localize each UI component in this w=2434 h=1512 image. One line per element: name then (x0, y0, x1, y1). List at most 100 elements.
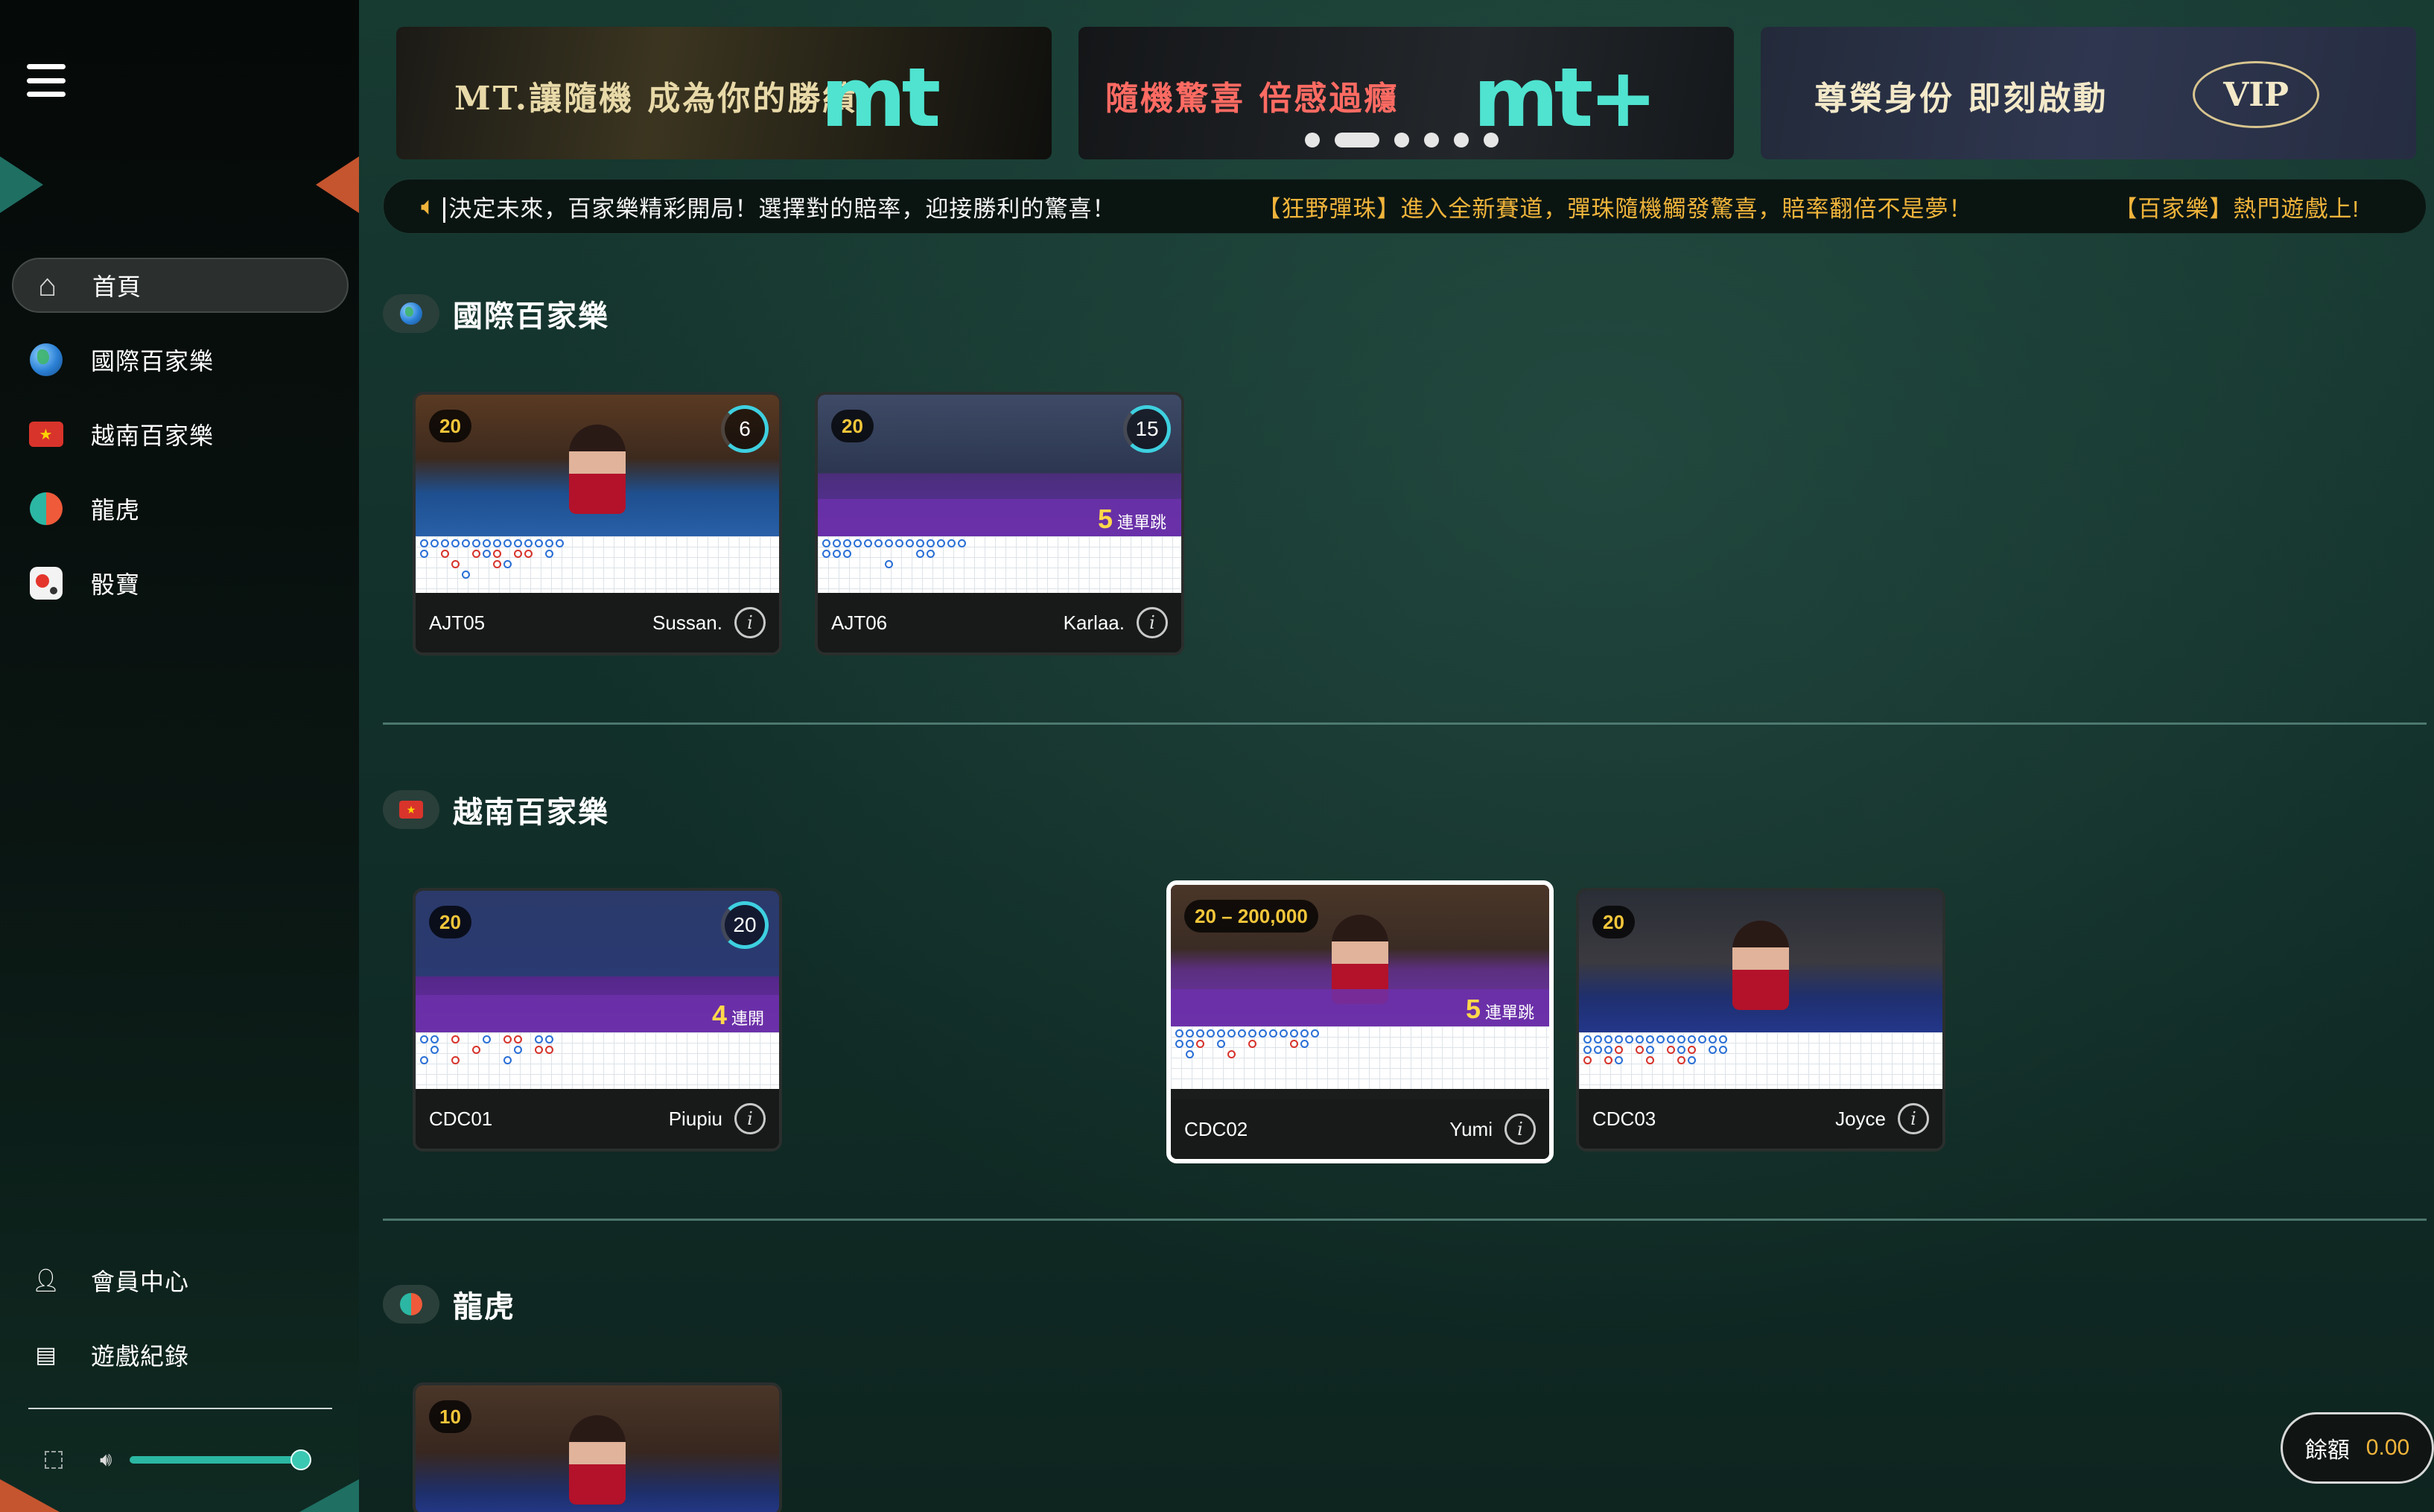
bead-marker (483, 1035, 491, 1044)
bead-marker (545, 560, 553, 568)
info-icon[interactable]: i (1504, 1114, 1536, 1145)
section-header-international-baccarat: 國際百家樂 (383, 292, 609, 335)
sidebar-item-member-center[interactable]: 👤︎ 會員中心 (12, 1253, 349, 1308)
bead-marker (1604, 1046, 1612, 1054)
volume-slider[interactable] (130, 1449, 312, 1470)
bead-marker (451, 1056, 460, 1064)
bead-marker (441, 550, 449, 558)
bead-marker (451, 571, 460, 579)
bead-marker (958, 550, 966, 558)
bead-marker (514, 560, 522, 568)
info-icon[interactable]: i (734, 1103, 766, 1134)
bead-marker (1636, 1056, 1644, 1064)
bead-marker (1698, 1046, 1706, 1054)
sidebar-item-game-records[interactable]: ▤ 遊戲紀錄 (12, 1327, 349, 1382)
sidebar-item-sic-bo[interactable]: 骰寶 (12, 556, 349, 611)
fullscreen-icon[interactable] (45, 1451, 63, 1469)
bead-marker (1227, 1029, 1236, 1038)
bead-marker (514, 550, 522, 558)
bead-marker (483, 571, 491, 579)
info-icon[interactable]: i (734, 607, 766, 638)
hamburger-menu-button[interactable] (27, 64, 66, 97)
bead-marker (483, 539, 491, 547)
dealer-name: Joyce (1835, 1107, 1886, 1130)
bead-road (1171, 1026, 1549, 1089)
card-footer: AJT05 Sussan. i (416, 593, 779, 652)
bead-marker (874, 550, 883, 558)
bead-marker (885, 539, 893, 547)
trend-label: 5 連單跳 (1097, 504, 1166, 534)
user-icon: 👤︎ (31, 1268, 61, 1293)
sidebar-item-label: 首頁 (92, 273, 142, 300)
bead-marker (1290, 1040, 1298, 1048)
bead-marker (1186, 1050, 1194, 1058)
bead-marker (556, 539, 564, 547)
bead-marker (864, 560, 872, 568)
bead-marker (462, 1056, 470, 1064)
bead-marker (535, 1046, 543, 1054)
bead-marker (472, 539, 480, 547)
bead-marker (937, 550, 945, 558)
bead-marker (441, 1056, 449, 1064)
bead-marker (1646, 1046, 1654, 1054)
promo-banner-1[interactable]: MT.讓隨機 成為你的勝績 mt (396, 27, 1052, 159)
bead-marker (545, 539, 553, 547)
sidebar-item-international-baccarat[interactable]: 國際百家樂 (12, 332, 349, 387)
bead-marker (430, 1035, 439, 1044)
sidebar-item-home[interactable]: ⌂ 首頁 (12, 258, 349, 313)
section-title: 國際百家樂 (453, 300, 609, 333)
bead-marker (503, 571, 512, 579)
table-card-cdc03[interactable]: 20 CDC03 Joyce i (1576, 888, 1945, 1152)
sidebar-item-dragon-tiger[interactable]: 龍虎 (12, 481, 349, 536)
volume-slider-handle[interactable] (290, 1449, 312, 1470)
promo-banner-3[interactable]: 尊榮身份 即刻啟動 VIP (1761, 27, 2416, 159)
vietnam-flag-icon: ★ (28, 416, 64, 452)
sidebar-item-vietnam-baccarat[interactable]: ★ 越南百家樂 (12, 407, 349, 462)
bead-marker (420, 539, 428, 547)
bead-marker (1311, 1040, 1319, 1048)
bead-marker (524, 550, 533, 558)
carousel-dot[interactable] (1305, 133, 1320, 147)
bead-marker (430, 560, 439, 568)
bead-marker (1709, 1046, 1717, 1054)
bead-marker (420, 550, 428, 558)
carousel-dot[interactable] (1424, 133, 1439, 147)
bead-marker (535, 571, 543, 579)
carousel-dot[interactable] (1484, 133, 1499, 147)
globe-icon (28, 342, 64, 378)
bead-marker (493, 1056, 501, 1064)
info-icon[interactable]: i (1898, 1103, 1929, 1134)
bead-marker (1583, 1056, 1592, 1064)
carousel-dot-active[interactable] (1335, 133, 1379, 147)
bead-marker (1594, 1046, 1602, 1054)
table-card-ajt05[interactable]: 20 6 AJT05 Sussan. i (413, 392, 782, 655)
sidebar-bottom-nav: 👤︎ 會員中心 ▤ 遊戲紀錄 (12, 1253, 349, 1402)
bead-marker (514, 1035, 522, 1044)
bead-marker (441, 560, 449, 568)
bead-marker (885, 550, 893, 558)
bead-marker (1719, 1035, 1727, 1044)
carousel-dot[interactable] (1394, 133, 1409, 147)
table-card-cdc02[interactable]: 5 連單跳 20 – 200,000 CDC02 Yumi i (1166, 880, 1554, 1163)
bead-marker (1269, 1040, 1277, 1048)
table-card-cdc01[interactable]: 4 連開 20 20 CDC01 Piupiu i (413, 888, 782, 1152)
bead-marker (514, 1046, 522, 1054)
carousel-dot[interactable] (1454, 133, 1469, 147)
balance-pill[interactable]: 餘額 0.00 (2281, 1412, 2434, 1484)
table-card-dragon-tiger[interactable]: 10 (413, 1382, 782, 1512)
speaker-icon[interactable]: 🔊︎ (100, 1448, 112, 1472)
info-icon[interactable]: i (1137, 607, 1168, 638)
table-card-ajt06[interactable]: 5 連單跳 20 15 AJT06 Karlaa. i (815, 392, 1184, 655)
announcement-text: 決定未來，百家樂精彩開局！選擇對的賠率，迎接勝利的驚喜！ (448, 195, 1116, 222)
card-footer: AJT06 Karlaa. i (818, 593, 1181, 652)
bead-marker (1667, 1046, 1675, 1054)
bead-marker (1667, 1035, 1675, 1044)
bead-marker (906, 539, 914, 547)
bead-marker (927, 560, 935, 568)
section-header-vietnam-baccarat: ★ 越南百家樂 (383, 788, 609, 831)
bead-marker (1719, 1046, 1727, 1054)
bead-marker (833, 539, 841, 547)
bead-marker (556, 550, 564, 558)
bead-marker (1259, 1029, 1267, 1038)
bead-marker (483, 550, 491, 558)
